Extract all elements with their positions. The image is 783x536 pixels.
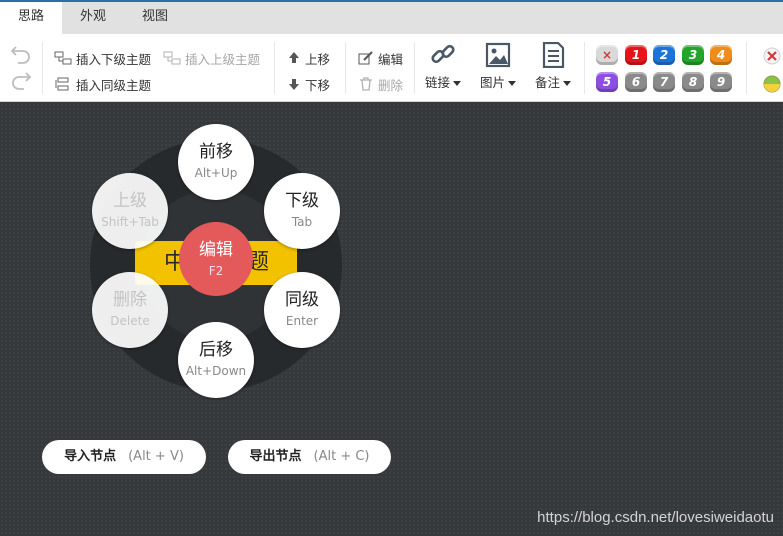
import-node-button[interactable]: 导入节点 (Alt + V) [42,440,206,474]
image-button[interactable]: 图片 [475,42,521,96]
edit-button[interactable]: 编辑 [358,48,403,68]
hotbox-insert-parent-button[interactable]: 上级 Shift+Tab [92,173,168,249]
hotbox-move-up-button[interactable]: 前移 Alt+Up [178,124,254,200]
import-node-shortcut: (Alt + V) [128,449,184,464]
priority-2-icon[interactable]: 2 [653,45,675,65]
delete-button[interactable]: 删除 [358,74,403,94]
tab-appearance[interactable]: 外观 [62,2,124,34]
insert-sibling-button[interactable]: 插入同级主题 [54,74,151,94]
hotbox-insert-sibling-label: 同级 [285,290,319,310]
note-button[interactable]: 备注 [530,42,576,96]
hotbox-move-down-label: 后移 [199,340,233,360]
insert-child-icon [54,51,72,65]
move-up-button[interactable]: 上移 [287,48,330,68]
hotbox-insert-child-button[interactable]: 下级 Tab [264,173,340,249]
priority-3-icon[interactable]: 3 [682,45,704,65]
insert-parent-button[interactable]: 插入上级主题 [163,48,260,68]
note-label: 备注 [534,75,560,90]
hotbox-insert-sibling-shortcut: Enter [285,314,319,328]
hotbox-move-up-label: 前移 [199,142,233,162]
mindmap-canvas[interactable]: 中 题 前移 Alt+Up 上级 Shift+Tab 下级 Tab 编辑 F2 … [0,103,783,536]
priority-7-icon[interactable]: 7 [653,72,675,92]
link-label: 链接 [424,75,450,90]
hotbox-delete-shortcut: Delete [110,314,150,328]
tab-view[interactable]: 视图 [124,2,186,34]
pencil-icon [358,51,374,65]
hotbox-move-up-shortcut: Alt+Up [194,166,238,180]
export-node-label: 导出节点 [249,449,302,464]
toolbar-separator [414,42,415,94]
hotbox-delete-button[interactable]: 删除 Delete [92,272,168,348]
priority-9-icon[interactable]: 9 [710,72,732,92]
export-node-button[interactable]: 导出节点 (Alt + C) [228,440,391,474]
delete-label: 删除 [378,77,404,93]
hotbox-move-down-shortcut: Alt+Down [185,364,247,378]
hotbox-edit-shortcut: F2 [208,264,224,278]
insert-child-label: 插入下级主题 [76,51,152,67]
insert-sibling-icon [54,77,72,91]
note-icon [542,42,565,68]
chevron-down-icon [508,81,516,86]
hotbox-insert-parent-label: 上级 [113,191,147,211]
hotbox-insert-sibling-button[interactable]: 同级 Enter [264,272,340,348]
progress-start-icon[interactable] [762,74,782,94]
hotbox-insert-child-label: 下级 [285,191,319,211]
move-up-label: 上移 [305,51,331,67]
hotbox-insert-child-shortcut: Tab [291,215,313,229]
toolbar-separator [345,42,346,94]
chevron-down-icon [453,81,461,86]
chevron-down-icon [563,81,571,86]
insert-sibling-label: 插入同级主题 [76,77,152,93]
insert-child-button[interactable]: 插入下级主题 [54,48,151,68]
tab-bar: 思路 外观 视图 [0,2,783,34]
toolbar: 插入下级主题 插入上级主题 插入同级主题 上移 下移 编辑 删除 链接 图片 备… [0,34,783,102]
priority-4-icon[interactable]: 4 [710,45,732,65]
export-node-shortcut: (Alt + C) [313,449,370,464]
watermark-text: https://blog.csdn.net/lovesiweidaotu [537,509,774,526]
insert-parent-icon [163,51,181,65]
toolbar-separator [274,42,275,94]
progress-clear-icon[interactable] [762,46,782,66]
image-icon [485,42,511,68]
toolbar-separator [42,42,43,94]
tab-ideas[interactable]: 思路 [0,2,63,34]
hotbox-move-down-button[interactable]: 后移 Alt+Down [178,322,254,398]
move-down-label: 下移 [305,77,331,93]
priority-1-icon[interactable]: 1 [625,45,647,65]
link-icon [431,44,455,64]
import-node-label: 导入节点 [64,449,117,464]
priority-6-icon[interactable]: 6 [625,72,647,92]
arrow-down-icon [287,77,301,91]
trash-icon [358,77,374,91]
insert-parent-label: 插入上级主题 [185,51,261,67]
priority-8-icon[interactable]: 8 [682,72,704,92]
image-label: 图片 [479,75,505,90]
arrow-up-icon [287,51,301,65]
hotbox-edit-label: 编辑 [199,240,233,260]
priority-5-icon[interactable]: 5 [596,72,618,92]
redo-icon[interactable] [10,70,32,90]
hotbox-edit-button[interactable]: 编辑 F2 [179,222,253,296]
priority-clear-icon[interactable]: × [596,45,618,65]
edit-label: 编辑 [378,51,404,67]
toolbar-separator [746,42,747,94]
toolbar-separator [584,42,585,94]
hotbox-insert-parent-shortcut: Shift+Tab [101,215,159,229]
move-down-button[interactable]: 下移 [287,74,330,94]
link-button[interactable]: 链接 [420,42,466,96]
hotbox-delete-label: 删除 [113,290,147,310]
undo-icon[interactable] [10,44,32,64]
